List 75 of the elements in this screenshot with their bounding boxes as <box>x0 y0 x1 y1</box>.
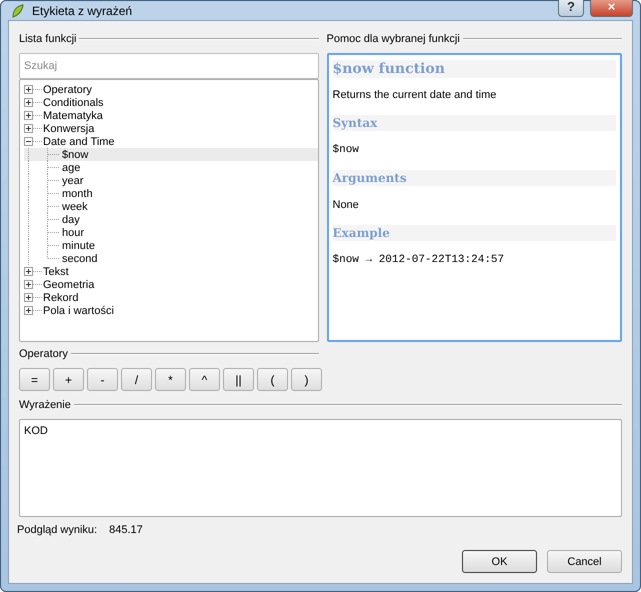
ok-button[interactable]: OK <box>462 550 537 573</box>
tree-label: Pola i wartości <box>43 304 114 316</box>
group-heading: Pomoc dla wybranej funkcji <box>326 33 460 45</box>
operator-button[interactable]: + <box>53 368 84 391</box>
window-title: Etykieta z wyrażeń <box>32 4 134 18</box>
tree-label: Konwersja <box>43 122 94 134</box>
expand-icon[interactable] <box>24 291 43 304</box>
tree-label: Date and Time <box>43 136 115 148</box>
tree-item[interactable]: Rekord <box>24 291 318 304</box>
tree-label: age <box>62 162 80 174</box>
tree-item[interactable]: Geometria <box>24 278 318 291</box>
tree-item[interactable]: Conditionals <box>24 96 318 109</box>
tree-label: Rekord <box>43 292 78 304</box>
tree-item[interactable]: minute <box>24 239 318 252</box>
tree-item[interactable]: Pola i wartości <box>24 304 318 317</box>
group-heading: Wyrażenie <box>19 399 71 411</box>
help-title: $now function <box>332 60 616 78</box>
section-heading: Syntax <box>332 115 616 131</box>
preview-label: Podgląd wyniku: <box>17 524 98 536</box>
tree-item[interactable]: Matematyka <box>24 109 318 122</box>
help-text: Returns the current date and time <box>332 89 498 101</box>
section-heading: Example <box>332 225 616 241</box>
operator-button[interactable]: - <box>87 368 118 391</box>
expand-icon[interactable] <box>24 83 43 96</box>
tree-item[interactable]: Tekst <box>24 265 318 278</box>
code-text: $now <box>332 144 360 156</box>
expand-icon[interactable] <box>24 265 43 278</box>
expand-icon[interactable] <box>24 278 43 291</box>
tree-item[interactable]: hour <box>24 226 318 239</box>
tree-label: Geometria <box>43 278 94 290</box>
tree-label: Matematyka <box>43 110 103 122</box>
search-field[interactable]: Szukaj <box>19 53 318 79</box>
operator-button[interactable]: ( <box>257 368 288 391</box>
tree-item[interactable]: Date and Time <box>24 135 318 148</box>
expand-icon[interactable] <box>24 122 43 135</box>
leaf-icon <box>10 2 26 18</box>
help-button[interactable]: ? <box>558 0 584 16</box>
tree-item[interactable]: year <box>24 174 318 187</box>
help-text: None <box>332 199 360 211</box>
operator-button[interactable]: / <box>121 368 152 391</box>
cancel-button[interactable]: Cancel <box>547 550 622 573</box>
collapse-icon[interactable] <box>24 135 43 148</box>
tree-label: hour <box>62 226 84 238</box>
tree-label: year <box>62 174 84 186</box>
expand-icon[interactable] <box>24 304 43 317</box>
tree-label: $now <box>62 148 88 160</box>
operator-button[interactable]: ^ <box>189 368 220 391</box>
tree-item[interactable]: week <box>24 200 318 213</box>
operator-button[interactable]: = <box>19 368 50 391</box>
group-heading: Lista funkcji <box>19 33 76 45</box>
operator-button[interactable]: * <box>155 368 186 391</box>
tree-label: Operatory <box>43 84 92 96</box>
tree-item[interactable]: month <box>24 187 318 200</box>
tree-item[interactable]: age <box>24 161 318 174</box>
tree-label: week <box>62 200 88 212</box>
section-heading: Arguments <box>332 170 616 186</box>
operator-button[interactable]: ) <box>291 368 322 391</box>
tree-item[interactable]: Konwersja <box>24 122 318 135</box>
operator-button[interactable]: || <box>223 368 254 391</box>
group-heading: Operatory <box>19 348 68 360</box>
expand-icon[interactable] <box>24 109 43 122</box>
code-text: $now → 2012-07-22T13:24:57 <box>332 254 506 266</box>
expression-field[interactable]: KOD <box>19 419 622 517</box>
tree-item[interactable]: $now <box>24 148 318 161</box>
tree-label: minute <box>62 240 96 252</box>
preview-value: 845.17 <box>109 524 143 536</box>
tree-item[interactable]: day <box>24 213 318 226</box>
tree-label: Tekst <box>43 266 69 278</box>
expand-icon[interactable] <box>24 96 43 109</box>
tree-item[interactable]: second <box>24 252 318 265</box>
tree-label: month <box>62 188 93 200</box>
tree-item[interactable]: Operatory <box>24 83 318 96</box>
tree-label: day <box>62 214 80 226</box>
tree-label: Conditionals <box>43 96 104 108</box>
tree-label: second <box>62 252 98 264</box>
